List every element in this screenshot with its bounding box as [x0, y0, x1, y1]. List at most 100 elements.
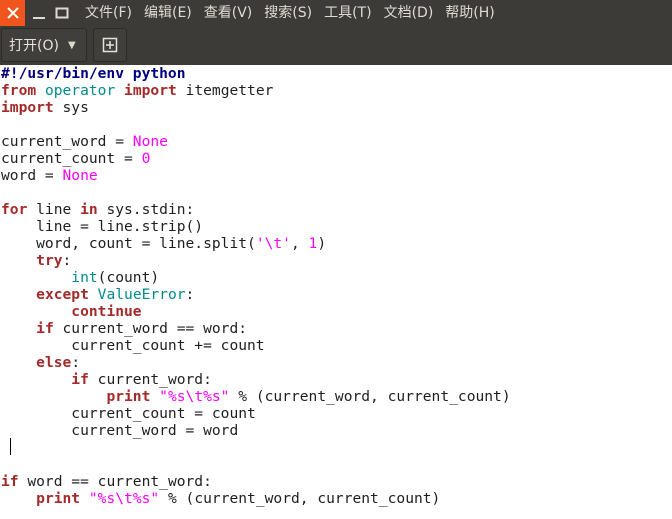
code-token: current_word = word: [1, 422, 239, 439]
chevron-down-icon[interactable]: ▼: [68, 40, 76, 51]
code-token: import: [124, 82, 177, 99]
code-token: word == current_word:: [18, 473, 212, 490]
code-token: from: [1, 82, 37, 99]
code-token: print: [106, 388, 151, 405]
code-token: % (current_word, current_count): [229, 388, 511, 405]
code-line: word = None: [1, 167, 511, 184]
code-token: print: [36, 490, 81, 507]
new-tab-button[interactable]: [93, 28, 127, 62]
minimize-button[interactable]: [29, 0, 49, 26]
code-token: operator: [44, 82, 116, 99]
code-token: % (current_word, current_count): [159, 490, 441, 507]
code-token: else: [36, 354, 72, 371]
code-token: :: [71, 354, 81, 371]
code-token: #!/usr/bin/env python: [1, 65, 186, 82]
code-token: ,: [290, 235, 309, 252]
code-line: from operator import itemgetter: [1, 82, 511, 99]
close-button[interactable]: [0, 0, 25, 26]
menu-help[interactable]: 帮助(H): [439, 0, 500, 26]
code-line: for line in sys.stdin:: [1, 201, 511, 218]
code-line: current_word = None: [1, 133, 511, 150]
code-token: line = line.strip(): [1, 218, 204, 235]
code-token: (count): [97, 269, 160, 286]
code-token: if: [1, 473, 19, 490]
code-token: current_word == word:: [53, 320, 248, 337]
menu-view[interactable]: 查看(V): [198, 0, 259, 26]
code-token: if: [36, 320, 54, 337]
code-line: except ValueError:: [1, 286, 511, 303]
code-line: current_word = word: [1, 422, 511, 439]
code-token: current_count = count: [1, 405, 256, 422]
code-token: None: [132, 133, 168, 150]
new-tab-icon: [102, 37, 118, 53]
code-token: current_count =: [1, 150, 142, 167]
code-line: line = line.strip(): [1, 218, 511, 235]
menu-tools[interactable]: 工具(T): [318, 0, 377, 26]
code-token: for: [1, 201, 28, 218]
open-button[interactable]: 打开(O) ▼: [1, 28, 87, 62]
code-line: int(count): [1, 269, 511, 286]
code-line: import sys: [1, 99, 511, 116]
code-token: in: [80, 201, 98, 218]
toolbar: 打开(O) ▼: [0, 26, 672, 65]
menu-search[interactable]: 搜索(S): [258, 0, 318, 26]
code-token: except: [36, 286, 89, 303]
code-token: sys.stdin:: [97, 201, 195, 218]
code-line: current_count = 0: [1, 150, 511, 167]
code-token: ): [317, 235, 327, 252]
menu-documents[interactable]: 文档(D): [378, 0, 440, 26]
minimize-icon: [33, 17, 45, 19]
code-line: current_count = count: [1, 405, 511, 422]
code-token: "%s\t%s": [159, 388, 230, 405]
code-token: itemgetter: [176, 82, 274, 99]
code-token: word, count = line.split(: [1, 235, 256, 252]
code-line: #!/usr/bin/env python: [1, 65, 511, 82]
code-token: try: [36, 252, 63, 269]
code-line: if word == current_word:: [1, 473, 511, 490]
open-button-label: 打开(O): [9, 38, 59, 54]
code-token: int: [71, 269, 98, 286]
code-content: #!/usr/bin/env python from operator impor…: [1, 65, 511, 507]
code-token: line: [27, 201, 81, 218]
menu-bar: 文件(F) 编辑(E) 查看(V) 搜索(S) 工具(T) 文档(D) 帮助(H…: [79, 0, 501, 26]
code-token: if: [71, 371, 89, 388]
code-token: :: [185, 286, 195, 303]
code-token: word =: [1, 167, 63, 184]
code-token: :: [62, 252, 72, 269]
code-token: sys: [53, 99, 89, 116]
code-token: current_word =: [1, 133, 133, 150]
title-bar: 文件(F) 编辑(E) 查看(V) 搜索(S) 工具(T) 文档(D) 帮助(H…: [0, 0, 672, 26]
text-cursor: [10, 438, 11, 455]
code-token: continue: [71, 303, 142, 320]
code-token: '\t': [255, 235, 291, 252]
code-line: print "%s\t%s" % (current_word, current_…: [1, 490, 511, 507]
code-line: current_count += count: [1, 337, 511, 354]
code-line: print "%s\t%s" % (current_word, current_…: [1, 388, 511, 405]
maximize-button[interactable]: [52, 0, 72, 26]
menu-edit[interactable]: 编辑(E): [138, 0, 198, 26]
code-line: word, count = line.split('\t', 1): [1, 235, 511, 252]
code-token: 0: [141, 150, 151, 167]
menu-file[interactable]: 文件(F): [79, 0, 138, 26]
code-token: current_count += count: [1, 337, 265, 354]
code-editor[interactable]: #!/usr/bin/env python from operator impor…: [0, 65, 672, 519]
code-token: None: [62, 167, 98, 184]
code-line: else:: [1, 354, 511, 371]
code-line: continue: [1, 303, 511, 320]
code-token: ValueError: [97, 286, 186, 303]
code-line: try:: [1, 252, 511, 269]
code-line: if current_word:: [1, 371, 511, 388]
